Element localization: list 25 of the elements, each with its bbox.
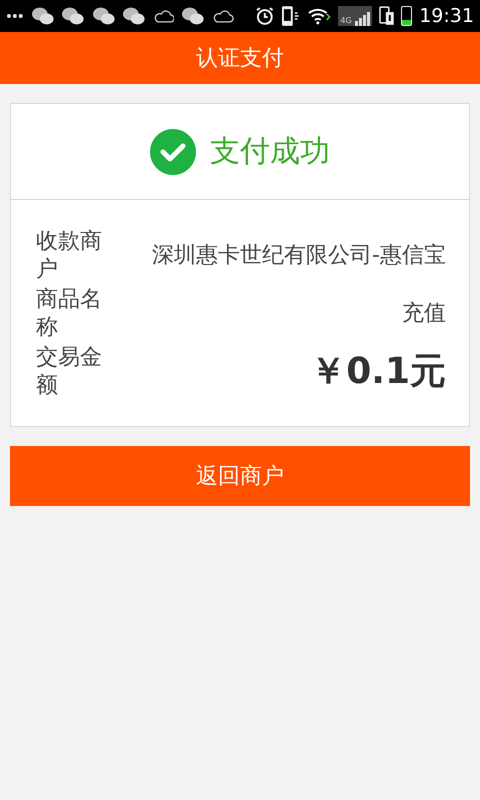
chat-bubbles-icon	[122, 6, 146, 26]
chat-bubbles-icon	[30, 6, 54, 26]
chat-bubbles-icon	[181, 6, 205, 26]
return-button[interactable]: 返回商户	[10, 446, 470, 506]
more-icon	[6, 13, 24, 19]
field-label: 交易金额	[36, 344, 103, 400]
phone-speaker-icon	[281, 5, 301, 27]
success-message: 支付成功	[210, 133, 330, 171]
sim-card-icon	[378, 6, 394, 26]
field-value: 深圳惠卡世纪有限公司-惠信宝	[151, 242, 446, 270]
battery-icon	[401, 6, 412, 26]
field-label: 商品名称	[36, 286, 103, 342]
check-circle-icon	[150, 128, 196, 174]
cloud-icon	[152, 8, 174, 24]
field-label: 收款商户	[36, 228, 103, 284]
chat-bubbles-icon	[61, 6, 85, 26]
amount-value: ￥0.1元	[310, 350, 446, 394]
cloud-icon	[212, 8, 234, 24]
chat-bubbles-icon	[92, 6, 116, 26]
wifi-icon	[308, 7, 332, 25]
field-value: 充值	[401, 300, 446, 328]
alarm-icon	[254, 6, 274, 26]
clock-time: 19:31	[419, 4, 474, 29]
page-title: 认证支付	[196, 44, 284, 72]
signal-indicator: 4G	[338, 6, 372, 26]
